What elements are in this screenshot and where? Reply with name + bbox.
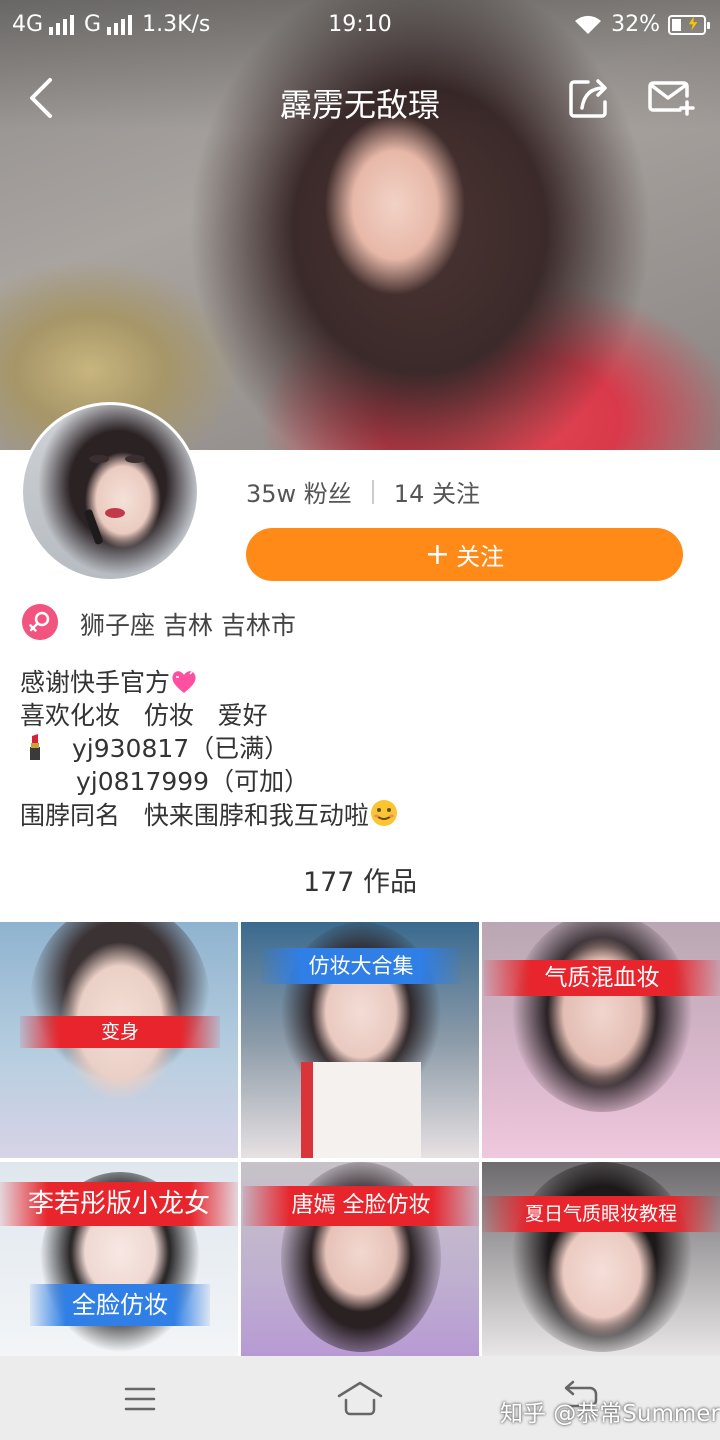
message-icon[interactable] xyxy=(646,76,696,120)
tile-banner: 唐嫣 全脸仿妆 xyxy=(243,1186,479,1226)
avatar-portrait xyxy=(84,455,145,545)
bio-line-1: 感谢快手官方 xyxy=(20,666,399,699)
title-bar: 霹雳无敌璟 xyxy=(0,62,720,134)
share-icon[interactable] xyxy=(566,76,614,120)
tile-banner: 仿妆大合集 xyxy=(261,948,461,984)
bio-line-4: yj0817999（可加） xyxy=(76,767,310,796)
tile-banner: 夏日气质眼妆教程 xyxy=(482,1196,720,1232)
bio-line-5: 围脖同名 快来围脖和我互动啦 xyxy=(20,798,399,831)
status-bar: 4G G 1.3K/s 19:10 32% xyxy=(0,0,720,50)
female-gender-icon xyxy=(22,604,58,640)
watermark: 知乎 @恭常Summer xyxy=(500,1401,720,1427)
profile-bio: 感谢快手官方 喜欢化妆 仿妆 爱好 yj930817（已满） yj0817999… xyxy=(20,666,399,831)
following-count[interactable]: 14 关注 xyxy=(394,474,480,509)
tile-banner: 变身 xyxy=(20,1016,220,1048)
wifi-icon xyxy=(575,15,602,34)
profile-stats: 35w 粉丝 14 关注 xyxy=(246,474,480,509)
tile-costume xyxy=(301,1062,421,1158)
avatar[interactable] xyxy=(20,402,200,582)
follow-button[interactable]: + 关注 xyxy=(246,528,683,581)
work-tile[interactable]: 夏日气质眼妆教程 xyxy=(482,1162,720,1356)
bio-line-2: 喜欢化妆 仿妆 爱好 xyxy=(20,701,268,730)
work-tile[interactable]: 李若彤版小龙女 全脸仿妆 xyxy=(0,1162,238,1356)
plus-icon: + xyxy=(424,536,451,572)
tile-face xyxy=(30,922,210,1102)
bio-line-3: yj930817（已满） xyxy=(20,732,399,765)
tile-banner: 李若彤版小龙女 xyxy=(0,1182,238,1226)
tile-face xyxy=(512,1162,692,1352)
follow-button-label: 关注 xyxy=(456,543,505,571)
works-count: 177 作品 xyxy=(302,867,418,898)
home-icon[interactable] xyxy=(336,1380,384,1418)
battery-percent: 32% xyxy=(611,12,660,37)
sparkling-heart-icon xyxy=(172,671,196,693)
work-tile[interactable]: 气质混血妆 xyxy=(482,922,720,1158)
lipstick-icon xyxy=(30,734,40,760)
work-tile[interactable]: 唐嫣 全脸仿妆 xyxy=(241,1162,479,1356)
works-grid: 变身 仿妆大合集 气质混血妆 李若彤版小龙女 全脸仿妆 唐嫣 全脸仿妆 夏日气质… xyxy=(0,922,720,1356)
tile-banner: 气质混血妆 xyxy=(484,960,720,996)
smile-emoji-icon xyxy=(370,800,397,826)
stats-divider xyxy=(371,479,374,504)
followers-count[interactable]: 35w 粉丝 xyxy=(246,474,352,509)
profile-location: 狮子座 吉林 吉林市 xyxy=(80,611,296,640)
tile-face xyxy=(512,922,692,1112)
tile-banner-2: 全脸仿妆 xyxy=(30,1284,210,1326)
work-tile[interactable]: 仿妆大合集 xyxy=(241,922,479,1158)
work-tile[interactable]: 变身 xyxy=(0,922,238,1158)
menu-icon[interactable] xyxy=(124,1386,156,1412)
battery-icon xyxy=(668,14,710,35)
